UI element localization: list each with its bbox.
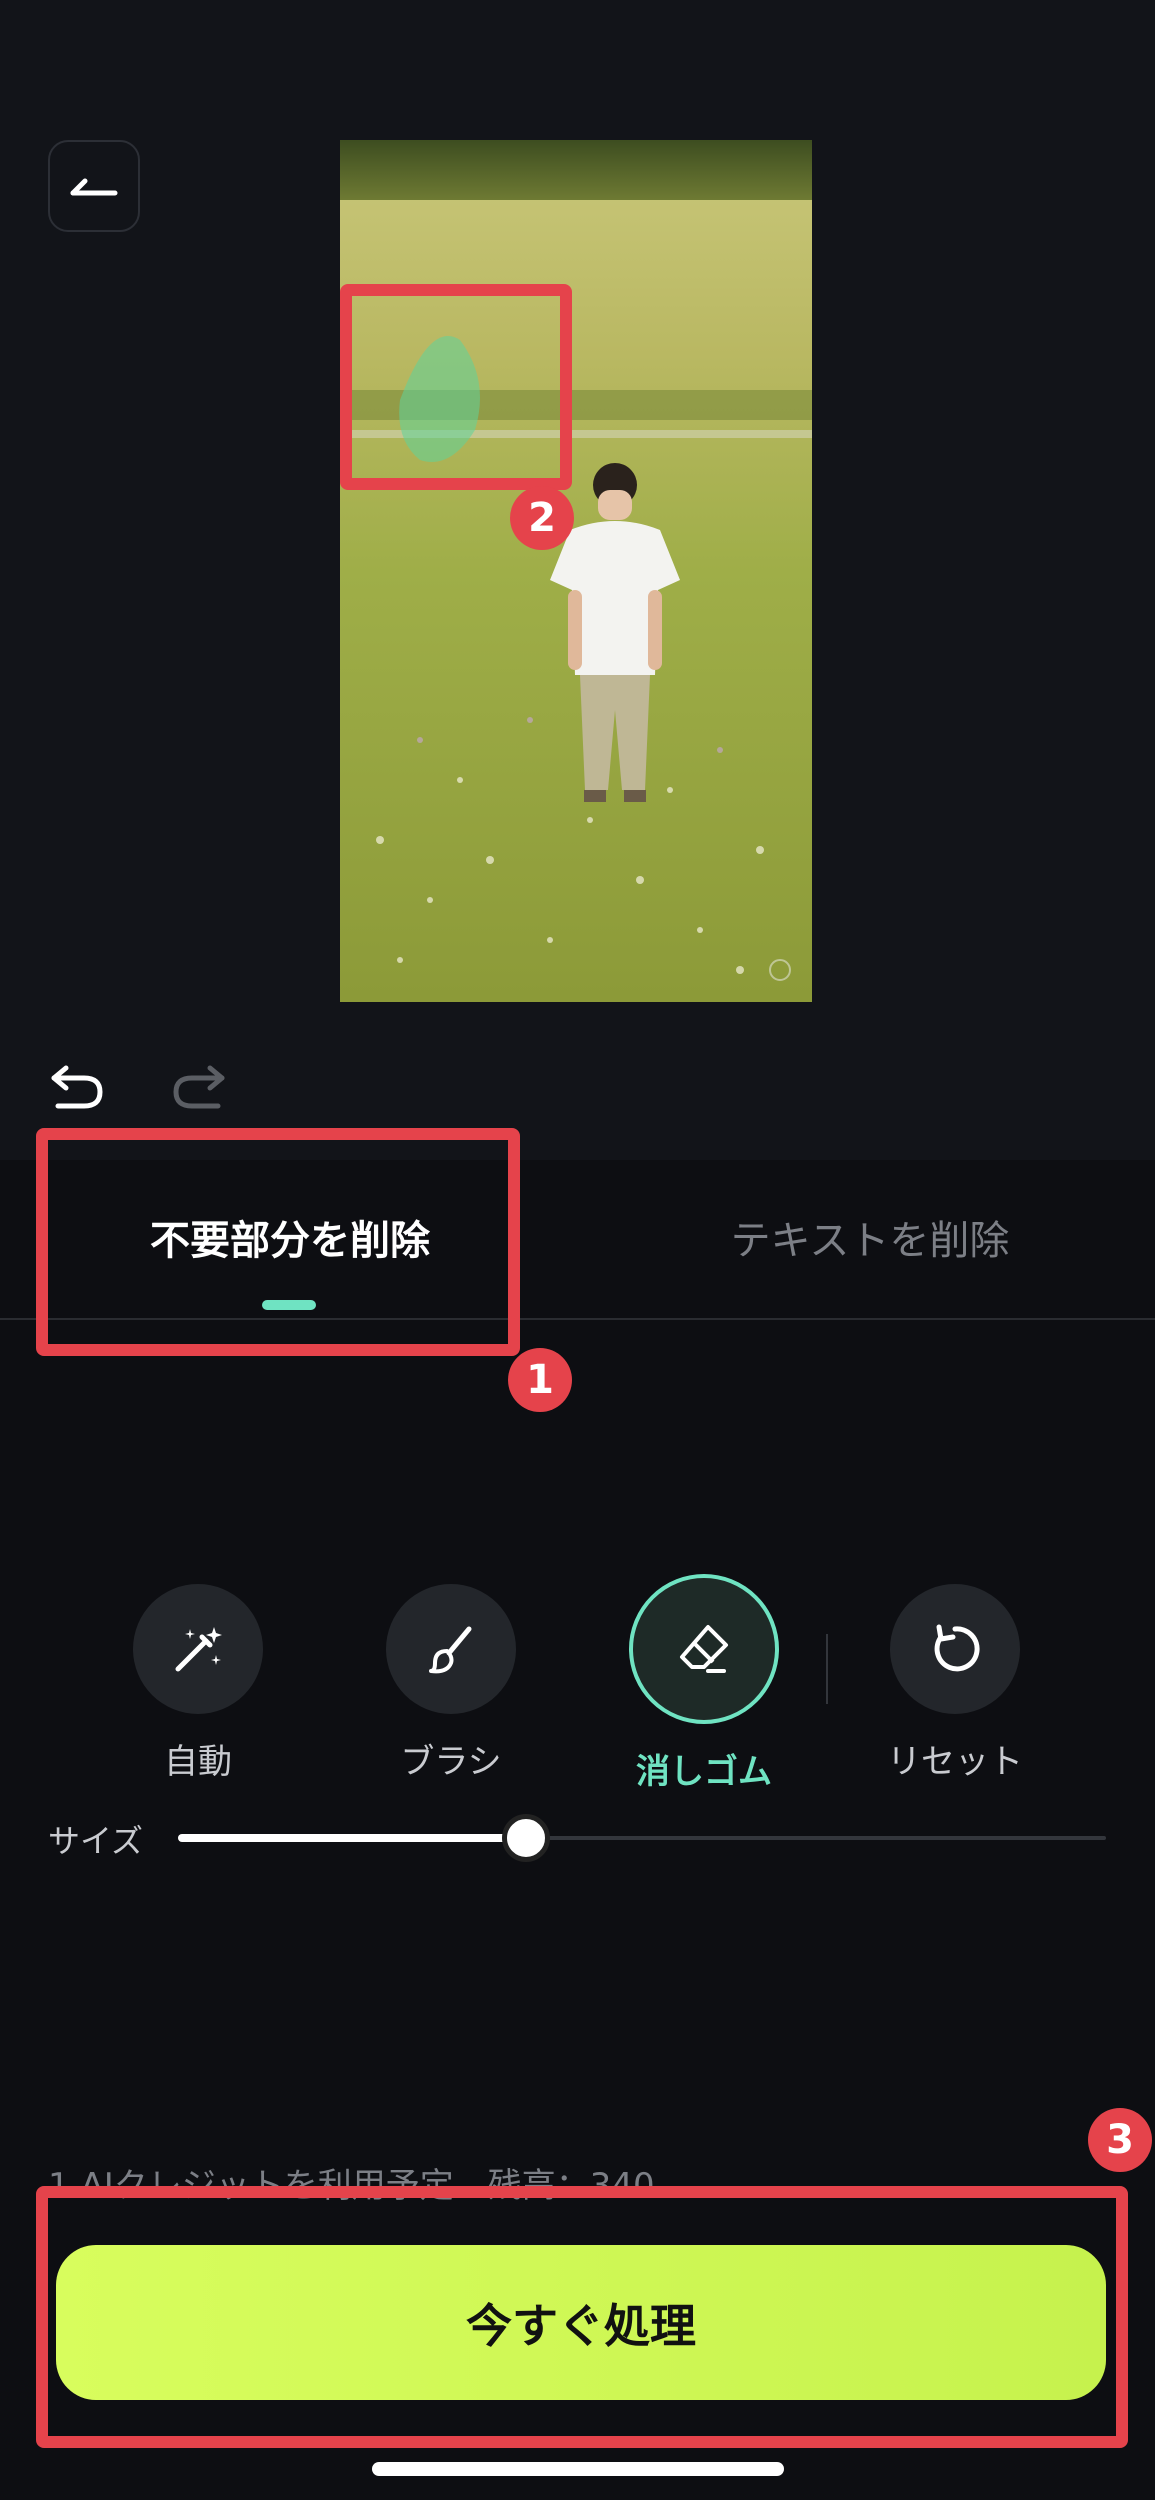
tool-reset-button[interactable]	[890, 1584, 1020, 1714]
size-label: サイズ	[48, 1822, 144, 1860]
tool-eraser[interactable]: 消しゴム	[624, 1574, 784, 1793]
size-slider-thumb[interactable]	[502, 1814, 550, 1862]
image-preview[interactable]	[340, 140, 812, 1002]
tool-reset[interactable]: リセット	[885, 1584, 1025, 1783]
annotation-badge-2: 2	[510, 486, 574, 550]
redo-button[interactable]	[168, 1054, 228, 1114]
annotation-badge-1: 1	[508, 1348, 572, 1412]
tool-auto[interactable]: 自動	[128, 1584, 268, 1783]
back-button[interactable]	[48, 140, 140, 232]
eraser-icon	[680, 1625, 728, 1673]
redo-icon	[173, 1065, 225, 1109]
annotation-badge-3: 3	[1088, 2108, 1152, 2172]
magic-wand-icon	[175, 1627, 222, 1672]
reset-icon	[934, 1624, 980, 1672]
back-arrow-icon	[70, 178, 118, 196]
undo-icon	[51, 1065, 103, 1109]
annotation-box-3	[36, 2186, 1128, 2448]
brush-icon	[429, 1626, 472, 1674]
size-slider-fill	[178, 1834, 526, 1842]
tool-brush-button[interactable]	[386, 1584, 516, 1714]
tool-auto-button[interactable]	[133, 1584, 263, 1714]
tool-separator	[826, 1634, 828, 1704]
home-indicator[interactable]	[372, 2462, 784, 2476]
tool-brush-label: ブラシ	[400, 1742, 502, 1782]
tool-reset-label: リセット	[887, 1742, 1023, 1782]
tab-remove-text[interactable]: テキストを削除	[640, 1208, 1100, 1266]
tool-auto-label: 自動	[164, 1742, 232, 1782]
tool-brush[interactable]: ブラシ	[381, 1584, 521, 1783]
annotation-box-1	[36, 1128, 520, 1356]
undo-button[interactable]	[48, 1054, 108, 1114]
tool-eraser-button[interactable]	[629, 1574, 779, 1724]
annotation-box-2	[340, 284, 572, 490]
tool-eraser-label: 消しゴム	[636, 1752, 772, 1792]
